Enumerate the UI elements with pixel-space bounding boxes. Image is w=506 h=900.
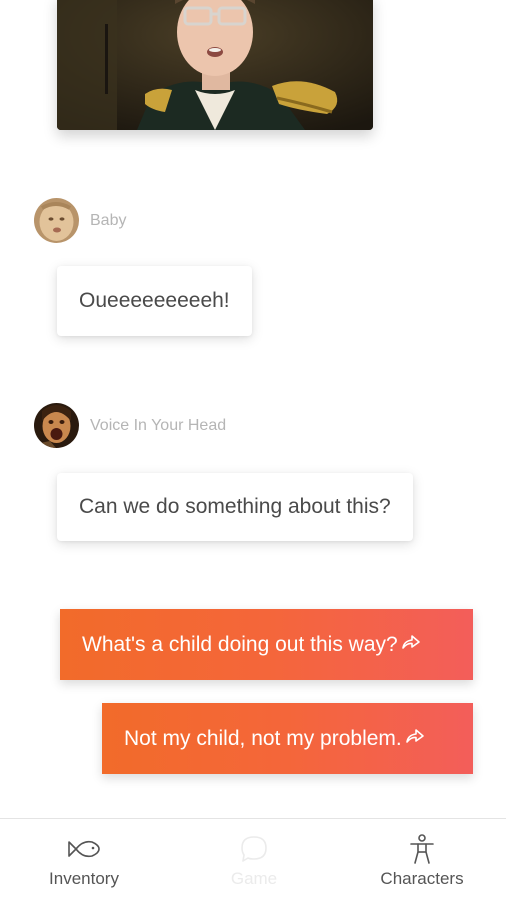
- tab-label: Characters: [380, 869, 464, 888]
- message-bubble-baby: Oueeeeeeeeeh!: [57, 266, 252, 336]
- baby-avatar: [34, 198, 79, 243]
- character-portrait-image: [57, 0, 373, 130]
- tab-label: Game: [230, 869, 278, 888]
- choice-label: What's a child doing out this way?: [82, 632, 398, 656]
- choice-label: Not my child, not my problem.: [124, 726, 402, 750]
- screaming-face-avatar: [34, 403, 79, 448]
- chat-bubble-icon: [239, 833, 269, 865]
- message-text: Oueeeeeeeeeh!: [79, 289, 230, 312]
- choice-button-not-my-problem[interactable]: Not my child, not my problem.: [102, 703, 473, 774]
- tab-characters[interactable]: Characters: [372, 819, 472, 900]
- speaker-name: Voice In Your Head: [90, 416, 227, 434]
- speaker-row-voice: Voice In Your Head: [34, 403, 226, 448]
- person-icon: [408, 833, 436, 865]
- fish-icon: [67, 833, 101, 865]
- message-bubble-voice: Can we do something about this?: [57, 473, 413, 541]
- share-arrow-icon: [401, 633, 421, 657]
- message-text: Can we do something about this?: [79, 495, 391, 518]
- game-chat-screen: Baby Oueeeeeeeeeh! Voice In Your Head Ca…: [0, 0, 506, 900]
- choice-button-ask-child[interactable]: What's a child doing out this way?: [60, 609, 473, 680]
- speaker-row-baby: Baby: [34, 198, 126, 243]
- tab-inventory[interactable]: Inventory: [34, 819, 134, 900]
- share-arrow-icon: [405, 727, 425, 751]
- speaker-name: Baby: [90, 211, 127, 229]
- tab-game[interactable]: Game: [204, 819, 304, 900]
- tab-label: Inventory: [49, 869, 119, 888]
- bottom-tab-bar: Inventory Game Characters: [0, 818, 506, 900]
